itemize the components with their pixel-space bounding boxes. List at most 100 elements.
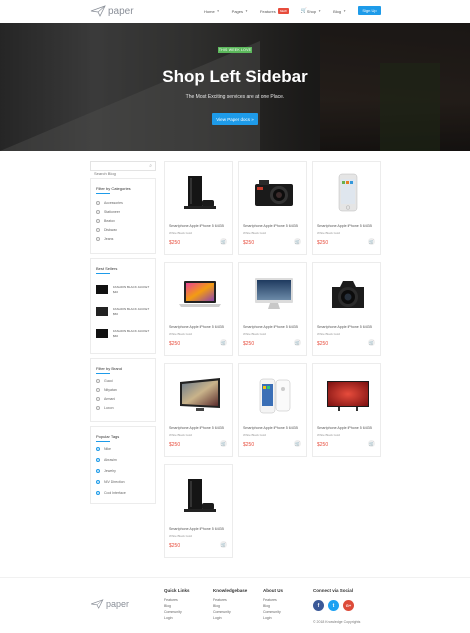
brand-item[interactable]: Luxon (96, 406, 114, 410)
view-docs-button[interactable]: View Paper docs » (212, 113, 258, 125)
product-price: $250 (243, 341, 255, 347)
add-to-cart-icon[interactable]: 🛒 (294, 238, 301, 245)
product-sub: White Black Gold (169, 433, 193, 437)
radio-icon[interactable] (96, 388, 100, 392)
radio-icon[interactable] (96, 228, 100, 232)
category-label: Accessories (104, 201, 123, 205)
radio-icon[interactable] (96, 210, 100, 214)
footer-col-title: Quick Links (164, 588, 190, 593)
radio-icon[interactable] (96, 397, 100, 401)
product-name[interactable]: Smartphone Apple iPhone 5 64GB (169, 527, 224, 531)
footer-col-knowledgebase: Knowledgebase Features Blog Community Lo… (213, 588, 247, 621)
google-plus-icon[interactable]: G+ (343, 600, 354, 611)
product-name[interactable]: Smartphone Apple iPhone 5 64GB (169, 224, 224, 228)
add-to-cart-icon[interactable]: 🛒 (368, 339, 375, 346)
paper-plane-icon (90, 5, 106, 17)
footer-col-social: Connect via Social (313, 588, 353, 597)
brand-item[interactable]: Armani (96, 397, 115, 401)
hero-banner: THIS WEEK LOVE Shop Left Sidebar The Mos… (0, 23, 470, 151)
nav-blog[interactable]: Blog ▼ (333, 9, 346, 14)
brand-item[interactable]: Nityatan (96, 388, 117, 392)
radio-icon[interactable] (96, 201, 100, 205)
categories-title: Filter by Categories (96, 186, 131, 191)
site-logo[interactable]: paper (90, 5, 134, 17)
product-card[interactable]: Smartphone Apple iPhone 5 64GB White Bla… (164, 363, 233, 457)
product-name[interactable]: Smartphone Apple iPhone 5 64GB (317, 224, 372, 228)
tag-item[interactable]: Nike (96, 447, 111, 451)
tag-item[interactable]: Abrasim (96, 458, 117, 462)
search-box: ⌕ (90, 161, 156, 178)
product-sub: White Black Gold (317, 332, 341, 336)
add-to-cart-icon[interactable]: 🛒 (220, 440, 227, 447)
radio-icon[interactable] (96, 237, 100, 241)
add-to-cart-icon[interactable]: 🛒 (220, 541, 227, 548)
radio-icon[interactable] (96, 379, 100, 383)
product-card[interactable]: Smartphone Apple iPhone 5 64GB White Bla… (312, 161, 381, 255)
product-card[interactable]: Smartphone Apple iPhone 5 64GB White Bla… (312, 363, 381, 457)
title-underline (96, 373, 110, 374)
product-card[interactable]: Smartphone Apple iPhone 5 64GB White Bla… (238, 262, 307, 356)
add-to-cart-icon[interactable]: 🛒 (294, 339, 301, 346)
tag-item[interactable]: Jewelry (96, 469, 116, 473)
add-to-cart-icon[interactable]: 🛒 (368, 238, 375, 245)
tag-item[interactable]: NIV Direction (96, 480, 125, 484)
add-to-cart-icon[interactable]: 🛒 (220, 339, 227, 346)
twitter-icon[interactable]: t (328, 600, 339, 611)
product-card[interactable]: Smartphone Apple iPhone 5 64GB White Bla… (238, 161, 307, 255)
category-item[interactable]: Accessories (96, 201, 123, 205)
product-card[interactable]: Smartphone Apple iPhone 5 64GB White Bla… (312, 262, 381, 356)
brand-item[interactable]: Gucci (96, 379, 113, 383)
tag-check-icon[interactable] (96, 480, 100, 484)
console-thumb-icon (96, 329, 108, 338)
product-name[interactable]: Smartphone Apple iPhone 5 64GB (317, 426, 372, 430)
product-card[interactable]: Smartphone Apple iPhone 5 64GB White Bla… (238, 363, 307, 457)
search-icon[interactable]: ⌕ (149, 163, 152, 169)
signup-button[interactable]: Sign Up (358, 6, 381, 15)
logo-text: paper (108, 5, 134, 17)
best-seller-item[interactable]: FASHION BLACK JACKET $40 (96, 285, 149, 294)
product-sub: White Black Gold (169, 534, 193, 538)
best-sellers-title: Best Sellers (96, 266, 118, 271)
search-input[interactable] (91, 169, 141, 178)
footer-link[interactable]: Login (263, 615, 283, 621)
brand-label: Armani (104, 397, 116, 401)
nav-pages[interactable]: Pages ▼ (232, 9, 248, 14)
add-to-cart-icon[interactable]: 🛒 (368, 440, 375, 447)
nav-features[interactable]: Features NEW (260, 8, 289, 14)
seller-price: $50 (113, 311, 119, 316)
product-name[interactable]: Smartphone Apple iPhone 5 64GB (243, 325, 298, 329)
nav-home[interactable]: Home ▼ (204, 9, 220, 14)
site-footer: paper Quick Links Features Blog Communit… (0, 577, 470, 633)
product-name[interactable]: Smartphone Apple iPhone 5 64GB (243, 224, 298, 228)
footer-link[interactable]: Login (164, 615, 190, 621)
footer-link[interactable]: Login (213, 615, 247, 621)
category-item[interactable]: Jeans (96, 237, 113, 241)
product-name[interactable]: Smartphone Apple iPhone 5 64GB (317, 325, 372, 329)
radio-icon[interactable] (96, 219, 100, 223)
product-name[interactable]: Smartphone Apple iPhone 5 64GB (169, 426, 224, 430)
product-name[interactable]: Smartphone Apple iPhone 5 64GB (243, 426, 298, 430)
tag-item[interactable]: Cool Interface (96, 491, 126, 495)
product-card[interactable]: Smartphone Apple iPhone 5 64GB White Bla… (164, 262, 233, 356)
facebook-icon[interactable]: f (313, 600, 324, 611)
footer-logo[interactable]: paper (90, 599, 129, 609)
nav-shop[interactable]: 🛒 Shop ▼ (301, 8, 321, 14)
tag-check-icon[interactable] (96, 469, 100, 473)
category-item[interactable]: Stationeer (96, 210, 120, 214)
product-name[interactable]: Smartphone Apple iPhone 5 64GB (169, 325, 224, 329)
page-title: Shop Left Sidebar (162, 67, 308, 86)
nav-home-label: Home (204, 8, 215, 14)
product-card[interactable]: Smartphone Apple iPhone 5 64GB White Bla… (164, 464, 233, 558)
category-item[interactable]: Diskwax (96, 228, 117, 232)
best-seller-item[interactable]: FASHION BLACK JACKET $60 (96, 329, 149, 338)
radio-icon[interactable] (96, 406, 100, 410)
tag-check-icon[interactable] (96, 447, 100, 451)
tag-check-icon[interactable] (96, 491, 100, 495)
add-to-cart-icon[interactable]: 🛒 (294, 440, 301, 447)
add-to-cart-icon[interactable]: 🛒 (220, 238, 227, 245)
product-card[interactable]: Smartphone Apple iPhone 5 64GB White Bla… (164, 161, 233, 255)
product-price: $250 (169, 240, 181, 246)
category-item[interactable]: Beatox (96, 219, 115, 223)
best-seller-item[interactable]: FASHION BLACK JACKET $50 (96, 307, 149, 316)
tag-check-icon[interactable] (96, 458, 100, 462)
